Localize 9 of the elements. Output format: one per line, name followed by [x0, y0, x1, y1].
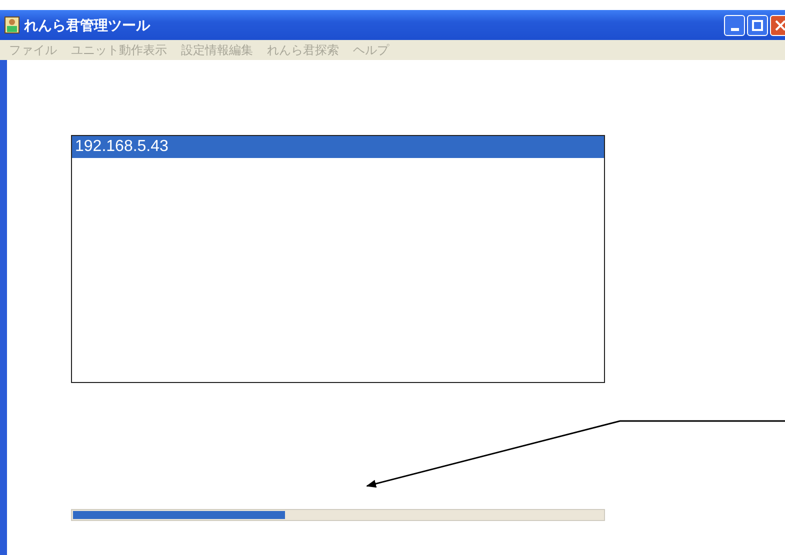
close-button[interactable]: [770, 14, 785, 36]
maximize-icon: [752, 20, 763, 30]
window-title: れんら君管理ツール: [24, 16, 150, 34]
minimize-button[interactable]: [724, 14, 745, 36]
app-icon: [4, 16, 20, 34]
minimize-icon: [730, 28, 738, 30]
list-item[interactable]: 192.168.5.43: [72, 136, 604, 158]
maximize-button[interactable]: [747, 14, 768, 36]
close-icon: [775, 20, 785, 30]
